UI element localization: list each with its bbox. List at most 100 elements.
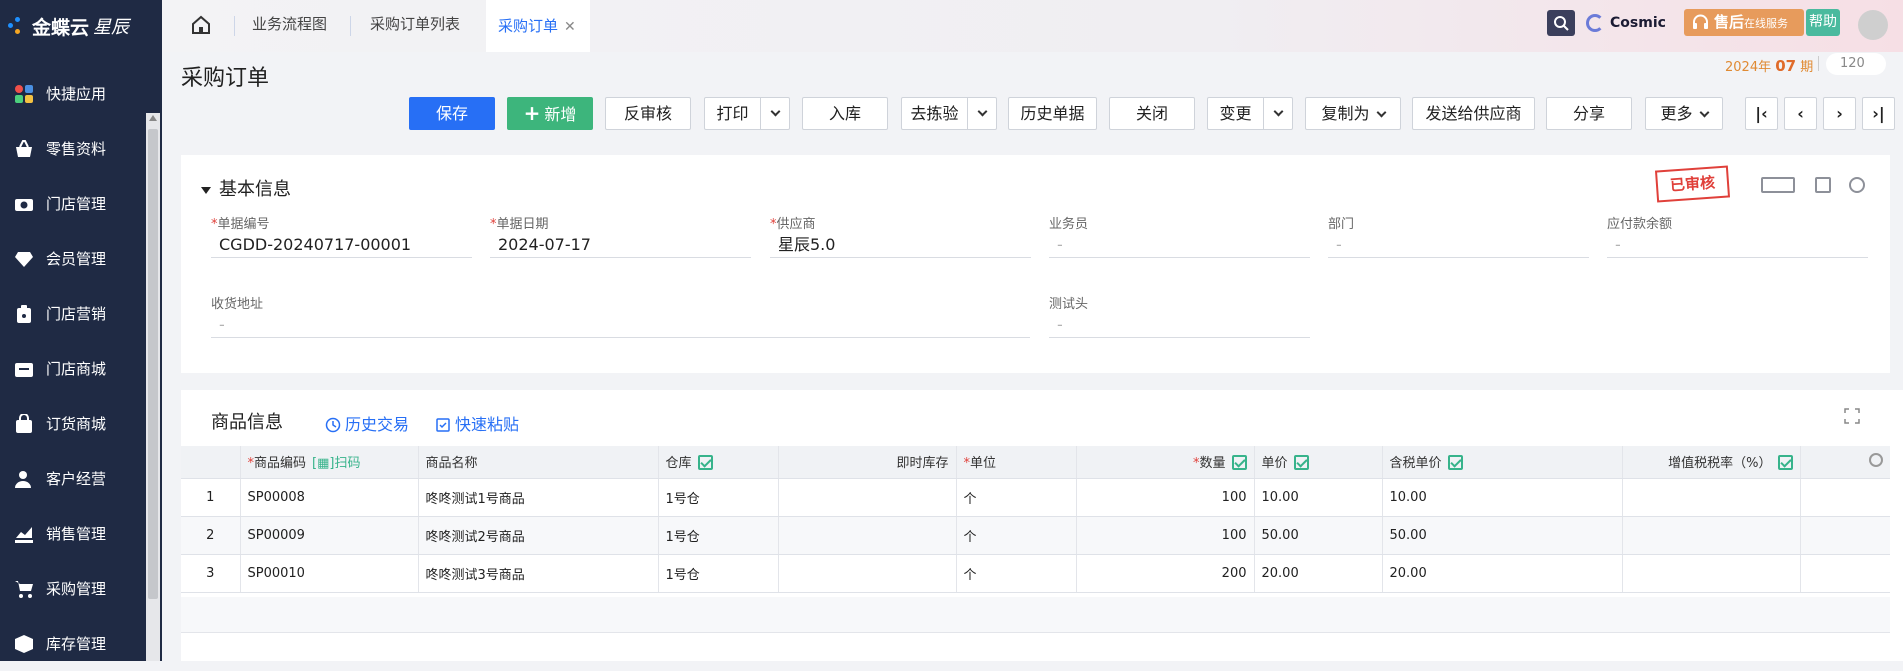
cell-qty[interactable]: 200 xyxy=(1076,554,1255,593)
tab-purchase-order-list[interactable]: 采购订单列表 xyxy=(358,0,472,52)
home-icon[interactable] xyxy=(190,14,212,36)
table-row[interactable]: 3 SP00010 咚咚测试3号商品 1号仓 个 200 20.00 20.00 xyxy=(181,554,1891,593)
field-value[interactable]: - xyxy=(211,311,1030,338)
sidebar-item-inventory-mgmt[interactable]: 库存管理 xyxy=(0,616,162,671)
table-empty-row[interactable] xyxy=(181,597,1890,633)
sidebar-item-store-marketing[interactable]: 门店营销 xyxy=(0,286,162,341)
change-split-button[interactable]: 变更 xyxy=(1207,97,1293,130)
basic-info-toggle[interactable]: 基本信息 xyxy=(201,175,291,201)
sidebar-item-purchase-mgmt[interactable]: 采购管理 xyxy=(0,561,162,616)
batch-fill-checkbox-icon[interactable] xyxy=(697,455,713,471)
cell-name[interactable]: 咚咚测试3号商品 xyxy=(418,554,659,593)
col-tax-price[interactable]: 含税单价 xyxy=(1382,446,1623,479)
last-record-button[interactable]: ›| xyxy=(1862,97,1895,130)
cell-tax-price[interactable]: 50.00 xyxy=(1382,516,1623,555)
save-button[interactable]: 保存 xyxy=(409,97,495,130)
cell-vat-rate[interactable] xyxy=(1622,554,1801,593)
field-value[interactable]: - xyxy=(1049,231,1310,258)
cell-name[interactable]: 咚咚测试2号商品 xyxy=(418,516,659,555)
cell-qty[interactable]: 100 xyxy=(1076,478,1255,517)
field-value[interactable]: - xyxy=(1049,311,1310,338)
cell-vat-rate[interactable] xyxy=(1622,478,1801,517)
batch-fill-checkbox-icon[interactable] xyxy=(1447,455,1463,471)
col-warehouse[interactable]: 仓库 xyxy=(658,446,779,479)
close-tab-icon[interactable]: ✕ xyxy=(564,19,576,35)
cell-unit[interactable]: 个 xyxy=(956,478,1077,517)
cell-price[interactable]: 50.00 xyxy=(1254,516,1383,555)
change-dropdown[interactable] xyxy=(1264,98,1292,129)
col-qty[interactable]: *数量 xyxy=(1076,446,1255,479)
change-button[interactable]: 变更 xyxy=(1208,98,1264,129)
bill-no-field[interactable]: *单据编号 CGDD-20240717-00001 xyxy=(211,213,472,258)
scan-button[interactable]: [▦]扫码 xyxy=(312,456,360,471)
cell-unit[interactable]: 个 xyxy=(956,554,1077,593)
col-vat-rate[interactable]: 增值税税率（%） xyxy=(1622,446,1801,479)
print-button[interactable]: 打印 xyxy=(705,98,761,129)
history-docs-button[interactable]: 历史单据 xyxy=(1008,97,1097,130)
sidebar-item-order-mall[interactable]: 订货商城 xyxy=(0,396,162,451)
doc-settings-icon[interactable] xyxy=(1815,177,1831,193)
table-row[interactable]: 1 SP00008 咚咚测试1号商品 1号仓 个 100 10.00 10.00 xyxy=(181,478,1891,517)
col-name[interactable]: 商品名称 xyxy=(418,446,659,479)
sidebar-item-member-mgmt[interactable]: 会员管理 xyxy=(0,231,162,286)
col-unit[interactable]: *单位 xyxy=(956,446,1077,479)
cell-vat-rate[interactable] xyxy=(1622,516,1801,555)
cell-code[interactable]: SP00009 xyxy=(240,516,419,555)
cell-price[interactable]: 10.00 xyxy=(1254,478,1383,517)
field-value[interactable]: CGDD-20240717-00001 xyxy=(211,231,472,258)
col-stock[interactable]: 即时库存 xyxy=(778,446,957,479)
scroll-up-arrow-icon[interactable] xyxy=(149,115,157,121)
test-head-field[interactable]: 测试头 - xyxy=(1049,293,1310,338)
cell-qty[interactable]: 100 xyxy=(1076,516,1255,555)
supplier-field[interactable]: *供应商 星辰5.0 xyxy=(770,213,1031,258)
more-button[interactable]: 更多 xyxy=(1645,97,1723,130)
cell-code[interactable]: SP00008 xyxy=(240,478,419,517)
share-button[interactable]: 分享 xyxy=(1546,97,1632,130)
quick-paste-link[interactable]: 快速粘贴 xyxy=(435,411,519,435)
cell-warehouse[interactable]: 1号仓 xyxy=(658,516,779,555)
zoom-select[interactable]: 120 xyxy=(1826,53,1886,75)
send-to-supplier-button[interactable]: 发送给供应商 xyxy=(1412,97,1535,130)
field-value[interactable]: - xyxy=(1607,231,1868,258)
print-split-button[interactable]: 打印 xyxy=(704,97,790,130)
batch-fill-checkbox-icon[interactable] xyxy=(1231,455,1247,471)
unaudit-button[interactable]: 反审核 xyxy=(605,97,691,130)
tab-purchase-order[interactable]: 采购订单 ✕ xyxy=(486,0,590,52)
sidebar-item-quick-apps[interactable]: 快捷应用 xyxy=(0,66,162,121)
gear-icon[interactable] xyxy=(1849,177,1865,193)
history-trade-link[interactable]: 历史交易 xyxy=(325,411,409,435)
cosmic-link[interactable]: Cosmic xyxy=(1586,10,1666,36)
cell-unit[interactable]: 个 xyxy=(956,516,1077,555)
new-button[interactable]: + 新增 xyxy=(507,97,593,130)
payable-balance-field[interactable]: 应付款余额 - xyxy=(1607,213,1868,258)
copy-as-button[interactable]: 复制为 xyxy=(1305,97,1401,130)
sidebar-item-store-mall[interactable]: 门店商城 xyxy=(0,341,162,396)
gear-icon[interactable] xyxy=(1868,452,1883,467)
stock-in-button[interactable]: 入库 xyxy=(802,97,888,130)
col-settings[interactable] xyxy=(1800,446,1891,479)
next-record-button[interactable]: › xyxy=(1823,97,1856,130)
keyboard-icon[interactable] xyxy=(1761,177,1795,193)
cell-name[interactable]: 咚咚测试1号商品 xyxy=(418,478,659,517)
batch-fill-checkbox-icon[interactable] xyxy=(1777,455,1793,471)
global-search-button[interactable] xyxy=(1547,10,1575,36)
sidebar-scrollbar[interactable] xyxy=(146,113,160,661)
help-button[interactable]: 帮助 xyxy=(1806,9,1840,36)
avatar[interactable] xyxy=(1858,10,1888,40)
sidebar-item-sales-mgmt[interactable]: 销售管理 xyxy=(0,506,162,561)
col-code[interactable]: *商品编码 [▦]扫码 xyxy=(240,446,419,479)
sidebar-item-store-mgmt[interactable]: 门店管理 xyxy=(0,176,162,231)
after-sales-service-button[interactable]: 售后在线服务 xyxy=(1684,9,1804,36)
sidebar-item-customer-ops[interactable]: 客户经营 xyxy=(0,451,162,506)
print-dropdown[interactable] xyxy=(761,98,789,129)
logo[interactable]: 金蝶云 星辰 xyxy=(0,0,162,52)
cell-tax-price[interactable]: 10.00 xyxy=(1382,478,1623,517)
cell-price[interactable]: 20.00 xyxy=(1254,554,1383,593)
batch-fill-checkbox-icon[interactable] xyxy=(1293,455,1309,471)
table-row[interactable]: 2 SP00009 咚咚测试2号商品 1号仓 个 100 50.00 50.00 xyxy=(181,516,1891,555)
bill-date-field[interactable]: *单据日期 2024-07-17 xyxy=(490,213,751,258)
prev-record-button[interactable]: ‹ xyxy=(1784,97,1817,130)
cell-code[interactable]: SP00010 xyxy=(240,554,419,593)
accounting-period[interactable]: 2024年 07 期 xyxy=(1725,56,1813,75)
close-button[interactable]: 关闭 xyxy=(1109,97,1195,130)
